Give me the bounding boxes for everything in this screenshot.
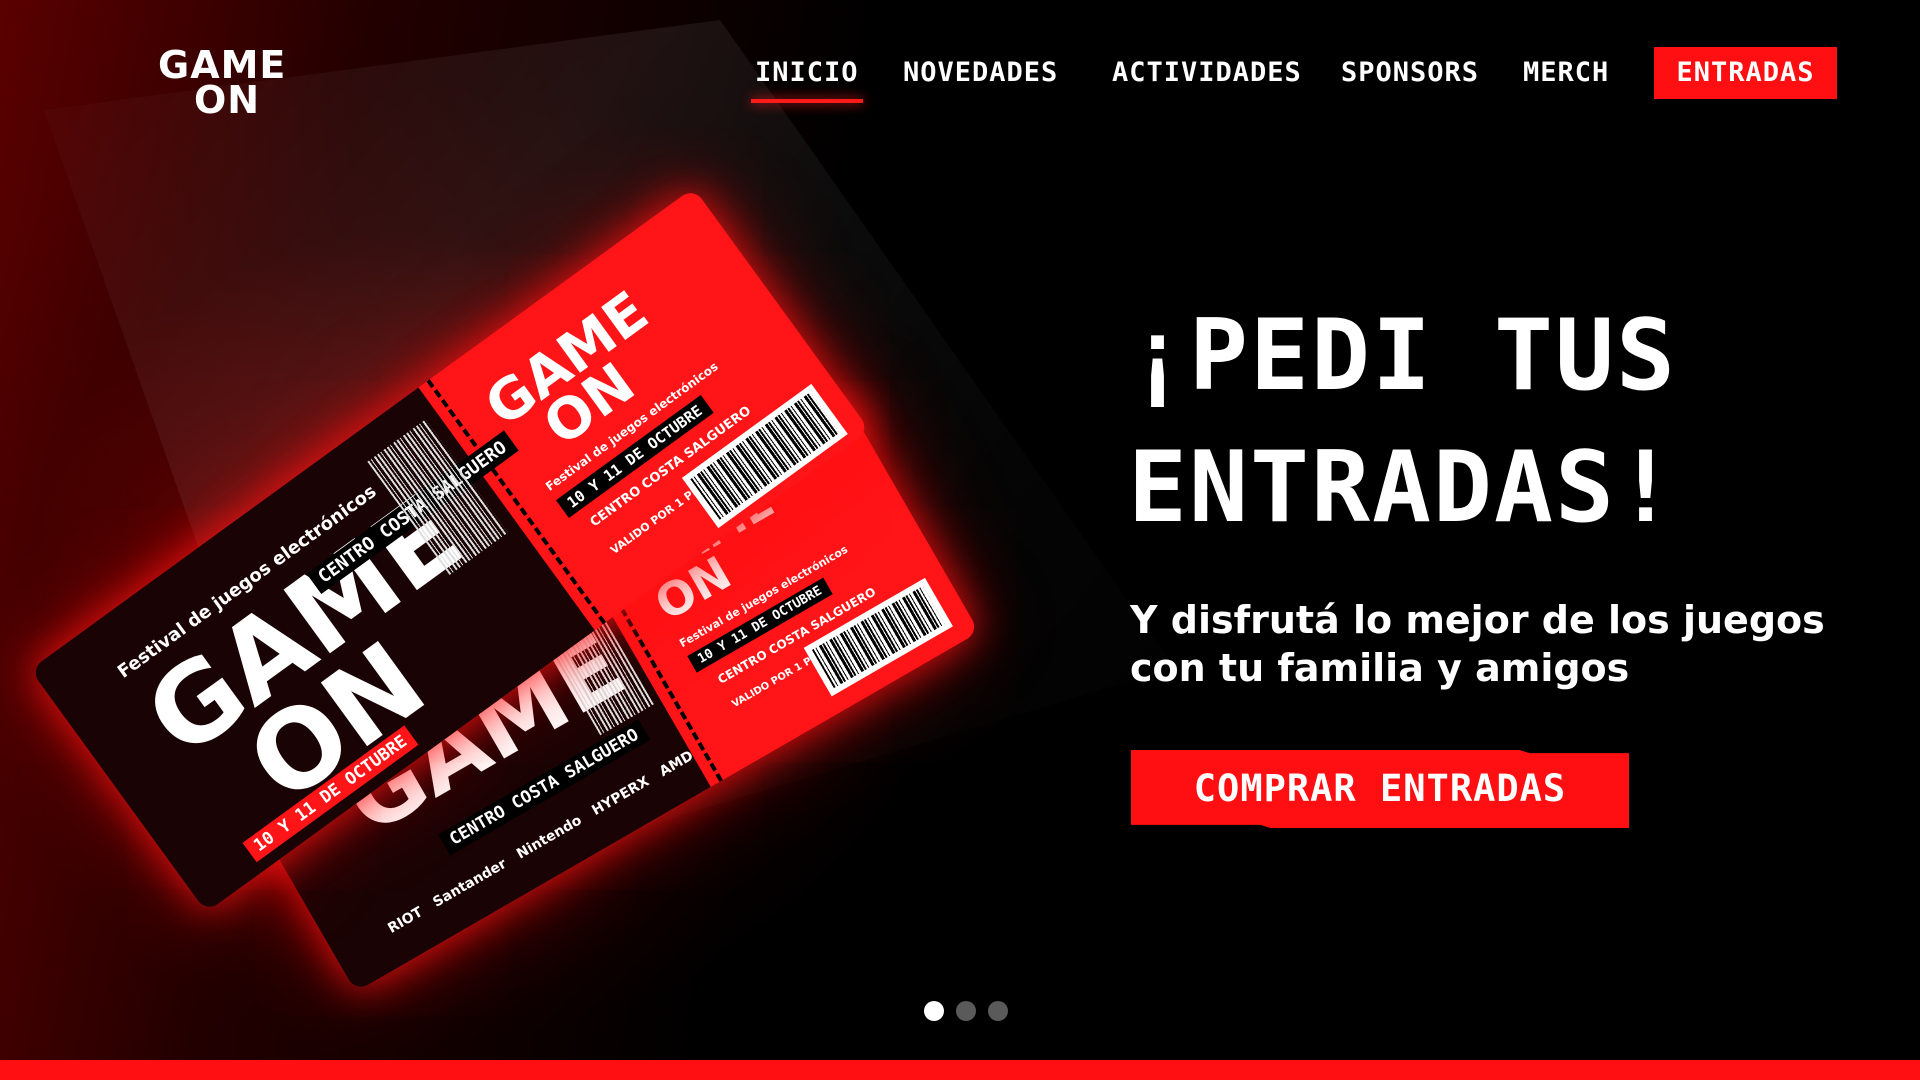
carousel-dot-2[interactable] — [956, 1001, 976, 1021]
carousel-dots — [924, 1001, 1010, 1021]
carousel-dot-1[interactable] — [924, 1001, 944, 1021]
carousel-dot-3[interactable] — [988, 1001, 1008, 1021]
hero-subline-line1: Y disfrutá lo mejor de los juegos — [1130, 598, 1825, 642]
nav-item-inicio[interactable]: INICIO — [751, 47, 863, 103]
nav-item-sponsors[interactable]: SPONSORS — [1341, 47, 1479, 99]
nav-item-merch[interactable]: MERCH — [1523, 47, 1609, 99]
bottom-accent-bar — [0, 1060, 1920, 1080]
hero-subline: Y disfrutá lo mejor de los juegos con tu… — [1130, 596, 1890, 692]
hero-headline-line1: ¡PEDI TUS — [1128, 299, 1678, 413]
nav-item-actividades[interactable]: ACTIVIDADES — [1112, 47, 1302, 99]
main-nav: INICIO NOVEDADES ACTIVIDADES SPONSORS ME… — [0, 47, 1920, 103]
hero-subline-line2: con tu familia y amigos — [1130, 646, 1630, 690]
hero-headline-line2: ENTRADAS! — [1128, 431, 1678, 545]
hero-headline: ¡PEDI TUS ENTRADAS! — [1128, 290, 1888, 554]
entradas-nav-button[interactable]: ENTRADAS — [1654, 47, 1837, 99]
nav-item-novedades[interactable]: NOVEDADES — [903, 47, 1058, 99]
comprar-entradas-button[interactable]: COMPRAR ENTRADAS — [1131, 750, 1629, 828]
